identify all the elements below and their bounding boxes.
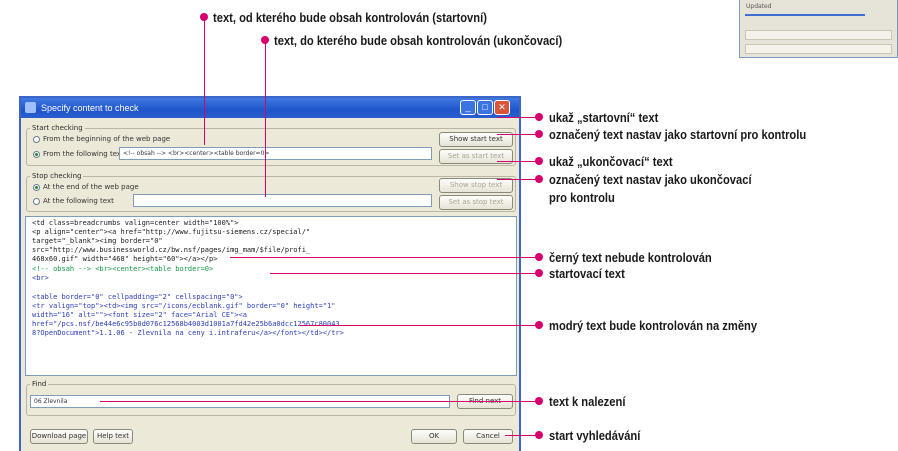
background-window: Updated: [739, 0, 898, 58]
app-icon: [25, 102, 36, 113]
background-window-label: Updated: [746, 3, 772, 10]
callout-black-text: černý text nebude kontrolován: [549, 250, 712, 265]
callout-mark-start: označený text nastav jako startovní pro …: [549, 127, 807, 142]
from-following-label: From the following text: [43, 150, 124, 158]
background-window-scrollbar[interactable]: [745, 30, 892, 40]
background-window-scrollbar-2[interactable]: [745, 44, 892, 54]
callout-dot: [535, 431, 543, 439]
code-line: <tr valign="top"><td><img src="/icons/ec…: [32, 302, 336, 310]
code-line: <td class=breadcrumbs valign=center widt…: [32, 219, 239, 227]
code-line: target="_blank"><img border="0": [32, 237, 163, 245]
callout-dot: [535, 130, 543, 138]
code-line: <br>: [32, 274, 49, 282]
callout-dot: [535, 269, 543, 277]
radio-from-following[interactable]: [33, 151, 40, 158]
callout-line: [497, 179, 539, 180]
at-following-label: At the following text: [43, 197, 114, 205]
close-button[interactable]: ✕: [494, 100, 510, 115]
callout-show-start: ukaž „startovní“ text: [549, 110, 659, 125]
find-label: Find: [30, 380, 49, 388]
help-text-button[interactable]: Help text: [93, 429, 133, 444]
code-line: 468x60.gif" width="468" height="60"></a>…: [32, 255, 218, 263]
callout-line: [505, 435, 539, 436]
start-text-field[interactable]: <!-- obsah --> <br><center><table border…: [119, 147, 432, 160]
callout-line: [497, 161, 539, 162]
callout-line: [230, 257, 539, 258]
code-line: <p align="center"><a href="http://www.fu…: [32, 228, 311, 236]
callout-mark-end-2: pro kontrolu: [549, 190, 615, 205]
code-line: <table border="0" cellpadding="2" cellsp…: [32, 293, 243, 301]
callout-start-marker: startovací text: [549, 266, 625, 281]
download-page-button[interactable]: Download page: [30, 429, 88, 444]
callout-dot: [535, 397, 543, 405]
callout-line: [300, 325, 539, 326]
stop-text-field[interactable]: [133, 194, 432, 207]
show-stop-text-button[interactable]: Show stop text: [439, 178, 513, 193]
callout-dot: [535, 321, 543, 329]
radio-from-beginning[interactable]: [33, 136, 40, 143]
code-line: href="/pcs.nsf/be44e6c95b0d076c12568b400…: [32, 320, 340, 328]
code-line: src="http://www.businessworld.cz/bw.nsf/…: [32, 246, 311, 254]
start-checking-label: Start checking: [30, 124, 85, 132]
ok-button[interactable]: OK: [411, 429, 457, 444]
callout-line: [100, 401, 539, 402]
page-source-view[interactable]: <td class=breadcrumbs valign=center widt…: [25, 216, 517, 376]
at-end-label: At the end of the web page: [43, 183, 139, 191]
callout-line: [265, 40, 266, 197]
stop-checking-label: Stop checking: [30, 172, 84, 180]
code-line: 8?OpenDocument">1.1.06 - Zlevnila na cen…: [32, 329, 344, 337]
radio-at-end[interactable]: [33, 184, 40, 191]
callout-dot: [535, 113, 543, 121]
from-beginning-label: From the beginning of the web page: [43, 135, 171, 143]
callout-blue-text: modrý text bude kontrolován na změny: [549, 318, 758, 333]
callout-start-text: text, od kterého bude obsah kontrolován …: [213, 10, 487, 25]
callout-dot: [535, 175, 543, 183]
callout-dot: [535, 157, 543, 165]
maximize-button[interactable]: □: [477, 100, 493, 115]
callout-dot: [535, 253, 543, 261]
callout-find-text: text k nalezení: [549, 394, 626, 409]
dialog-titlebar[interactable]: Specify content to check _ □ ✕: [21, 98, 519, 118]
minimize-button[interactable]: _: [460, 100, 476, 115]
callout-line: [270, 273, 539, 274]
callout-line: [497, 117, 539, 118]
callout-line: [497, 134, 539, 135]
callout-end-text: text, do kterého bude obsah kontrolován …: [274, 33, 563, 48]
set-stop-text-button[interactable]: Set as stop text: [439, 195, 513, 210]
dialog-title: Specify content to check: [41, 103, 139, 113]
cancel-button[interactable]: Cancel: [463, 429, 513, 444]
callout-start-search: start vyhledávání: [549, 428, 641, 443]
background-window-slider: [745, 14, 865, 16]
code-line: width="16" alt=""><font size="2" face="A…: [32, 311, 247, 319]
radio-at-following[interactable]: [33, 198, 40, 205]
callout-show-end: ukaž „ukončovací“ text: [549, 154, 673, 169]
callout-mark-end: označený text nastav jako ukončovací: [549, 172, 752, 187]
callout-line: [204, 17, 205, 145]
code-line-start-text: <!-- obsah --> <br><center><table border…: [32, 265, 214, 273]
